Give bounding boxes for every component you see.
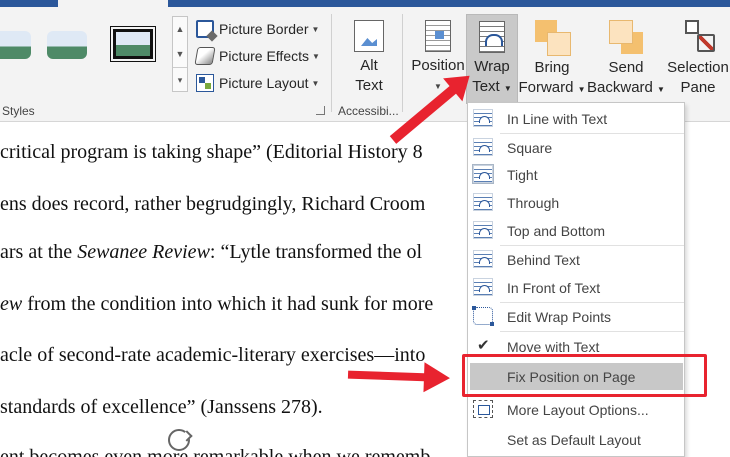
picture-style-preview-icon — [0, 31, 31, 59]
document-line: ars at the Sewanee Review: “Lytle transf… — [0, 241, 423, 263]
chevron-down-icon: ▼ — [577, 85, 586, 94]
selection-pane-button[interactable]: Selection Pane — [666, 14, 730, 104]
tight-wrap-icon — [472, 164, 494, 184]
menu-item-in-line-with-text[interactable]: In Line with Text — [468, 105, 684, 132]
picture-border-button[interactable]: Picture Border ▼ — [196, 17, 336, 41]
position-icon — [425, 20, 451, 52]
picture-layout-button[interactable]: Picture Layout ▼ — [196, 71, 336, 95]
document-line: ew from the condition into which it had … — [0, 293, 434, 315]
menu-item-behind-text[interactable]: Behind Text — [468, 246, 684, 273]
styles-group-label: Styles — [2, 104, 35, 118]
top-and-bottom-wrap-icon — [473, 221, 493, 239]
send-backward-icon — [609, 20, 643, 54]
picture-layout-icon — [196, 74, 214, 92]
chevron-down-icon: ▼ — [311, 78, 320, 88]
in-front-of-text-icon — [473, 278, 493, 296]
alt-text-button[interactable]: Alt Text — [344, 14, 394, 104]
wrap-text-icon — [479, 21, 505, 53]
selection-pane-icon — [683, 20, 715, 54]
gallery-scroll-up-button[interactable]: ▲ — [173, 17, 187, 42]
menu-item-label: Move with Text — [507, 338, 600, 355]
menu-item-label: In Front of Text — [507, 279, 601, 296]
bring-forward-label-line2: Forward ▼ — [518, 79, 586, 96]
document-line: standards of excellence” (Janssens 278). — [0, 396, 323, 418]
menu-item-label: Set as Default Layout — [507, 431, 641, 448]
send-backward-label-line2: Backward ▼ — [587, 79, 665, 96]
menu-item-label: Tight — [507, 166, 538, 183]
behind-text-icon — [473, 250, 493, 268]
document-line: ent becomes even more remarkable when we… — [0, 446, 431, 457]
dialog-launcher-icon[interactable] — [316, 106, 325, 115]
accessibility-group-label: Accessibi... — [338, 104, 399, 118]
picture-style-thumbnail[interactable] — [0, 18, 36, 68]
checkmark-icon: ✔ — [477, 337, 490, 354]
document-line: critical program is taking shape” (Edito… — [0, 141, 423, 163]
alt-text-icon — [354, 20, 384, 52]
picture-effects-icon — [194, 47, 216, 65]
picture-style-thumbnail[interactable] — [108, 18, 160, 68]
in-line-with-text-icon — [473, 109, 493, 127]
picture-style-preview-icon — [110, 26, 156, 62]
bring-forward-icon — [535, 20, 571, 56]
edit-wrap-points-icon — [472, 306, 494, 326]
chevron-down-icon: ▼ — [311, 24, 320, 34]
group-divider — [402, 14, 403, 112]
menu-item-more-layout-options[interactable]: More Layout Options... — [468, 396, 684, 423]
layout-options-icon — [473, 400, 493, 418]
selection-pane-label-line2: Pane — [680, 79, 716, 96]
square-wrap-icon — [473, 138, 493, 156]
menu-item-through[interactable]: Through — [468, 189, 684, 216]
wrap-text-label-line1: Wrap — [474, 58, 510, 75]
bring-forward-label-line1: Bring — [534, 59, 570, 76]
selection-pane-label-line1: Selection — [667, 59, 729, 76]
menu-item-label: In Line with Text — [507, 110, 608, 127]
gallery-scroll-down-button[interactable]: ▼ — [173, 42, 187, 67]
bring-forward-button[interactable]: Bring Forward ▼ — [518, 14, 586, 104]
menu-item-in-front-of-text[interactable]: In Front of Text — [468, 274, 684, 301]
alt-text-label-line2: Text — [355, 77, 383, 94]
chevron-down-icon: ▼ — [503, 84, 512, 93]
picture-border-icon — [196, 20, 214, 38]
menu-divider — [500, 331, 684, 332]
annotation-highlight-box — [462, 354, 707, 397]
send-backward-button[interactable]: Send Backward ▼ — [586, 14, 666, 104]
styles-gallery-scroll: ▲ ▼ ▾ — [172, 16, 188, 92]
menu-item-edit-wrap-points[interactable]: Edit Wrap Points — [468, 303, 684, 330]
menu-item-label: Top and Bottom — [507, 222, 606, 239]
wrap-text-menu: In Line with Text Square Tight Through T… — [467, 102, 685, 457]
menu-item-top-and-bottom[interactable]: Top and Bottom — [468, 217, 684, 244]
through-wrap-icon — [473, 193, 493, 211]
menu-item-label: Square — [507, 139, 553, 156]
picture-layout-label: Picture Layout — [219, 75, 309, 91]
chevron-down-icon: ▼ — [657, 85, 665, 94]
send-backward-label-line1: Send — [608, 59, 644, 76]
document-line: acle of second-rate academic-literary ex… — [0, 344, 426, 366]
alt-text-label-line1: Alt — [360, 57, 378, 74]
chevron-down-icon: ▼ — [312, 51, 320, 61]
rotate-handle-icon[interactable] — [168, 429, 190, 451]
menu-item-label: Through — [507, 194, 560, 211]
menu-item-set-as-default-layout[interactable]: Set as Default Layout — [468, 426, 684, 453]
picture-effects-label: Picture Effects — [219, 48, 310, 64]
picture-style-preview-icon — [47, 31, 87, 59]
menu-item-label: Edit Wrap Points — [507, 308, 612, 325]
menu-item-square[interactable]: Square — [468, 134, 684, 161]
gallery-expand-button[interactable]: ▾ — [173, 67, 187, 92]
menu-item-label: More Layout Options... — [507, 401, 649, 418]
menu-item-label: Behind Text — [507, 251, 580, 268]
active-ribbon-tab[interactable] — [58, 0, 168, 7]
document-line: ens does record, rather begrudgingly, Ri… — [0, 193, 426, 215]
menu-item-tight[interactable]: Tight — [468, 161, 684, 188]
picture-effects-button[interactable]: Picture Effects ▼ — [194, 44, 336, 68]
picture-style-thumbnail[interactable] — [40, 18, 92, 68]
group-divider — [331, 14, 332, 112]
picture-border-label: Picture Border — [219, 21, 309, 37]
